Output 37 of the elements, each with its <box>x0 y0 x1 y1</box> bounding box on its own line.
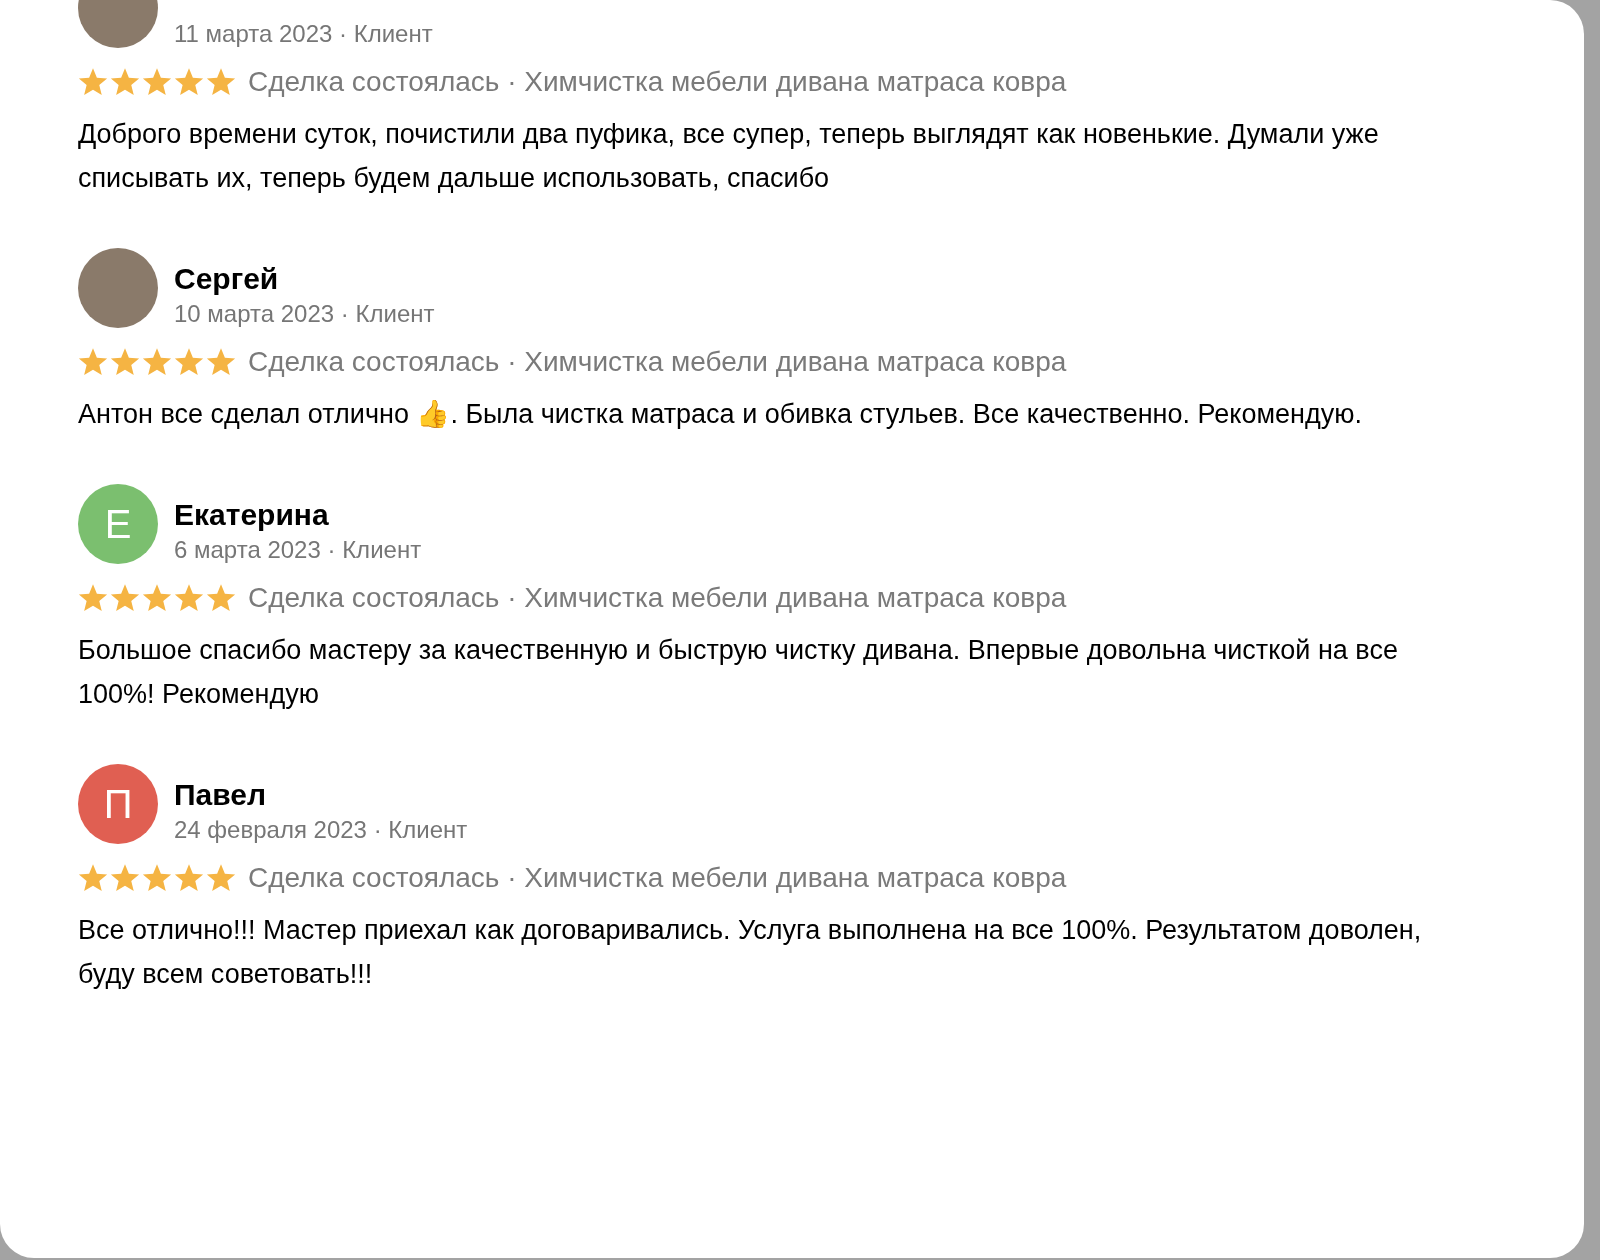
deal-status: Сделка состоялась · Химчистка мебели дивана матраса ковра <box>248 862 1067 894</box>
star-icon <box>110 347 140 377</box>
star-icon <box>174 863 204 893</box>
star-icon <box>78 67 108 97</box>
review-date: 6 марта 2023 · Клиент <box>174 536 422 564</box>
star-icon <box>78 583 108 613</box>
star-icon <box>110 67 140 97</box>
star-icon <box>142 67 172 97</box>
star-icon <box>142 863 172 893</box>
star-icon <box>78 347 108 377</box>
star-icon <box>110 583 140 613</box>
review-date: 10 марта 2023 · Клиент <box>174 300 435 328</box>
reviewer-name: Сергей <box>174 262 280 296</box>
star-icon <box>174 583 204 613</box>
reviewer-name: Павел <box>174 778 268 812</box>
star-icon <box>174 67 204 97</box>
deal-status: Сделка состоялась · Химчистка мебели дивана матраса ковра <box>248 346 1067 378</box>
review-text: Большое спасибо мастеру за качественную и быструю чистку дивана. Впервые довольна чисткой на все 100%! Рекомендую <box>78 634 1399 711</box>
letter-avatar: П <box>78 764 158 844</box>
star-icon <box>174 347 204 377</box>
star-icon <box>110 863 140 893</box>
review-date: 11 марта 2023 · Клиент <box>174 20 433 48</box>
star-icon <box>206 583 236 613</box>
star-icon <box>206 347 236 377</box>
review-text: Антон все сделал отлично 👍. Была чистка матраса и обивка стульев. Все качественно. Рекомендую. <box>78 398 1363 431</box>
star-icon <box>78 863 108 893</box>
letter-avatar: Е <box>78 484 158 564</box>
review-text: Все отлично!!! Мастер приехал как договаривались. Услуга выполнена на все 100%. Результатом доволен, буду всем советовать!!! <box>78 914 1423 991</box>
review-text: Доброго времени суток, почистили два пуфика, все супер, теперь выглядят как новенькие. Думали уже списывать их, теперь будем дальше использовать, спасибо <box>78 118 1380 195</box>
star-icon <box>206 67 236 97</box>
reviewer-name: Екатерина <box>174 498 330 532</box>
deal-status: Сделка состоялась · Химчистка мебели дивана матраса ковра <box>248 582 1067 614</box>
star-icon <box>142 583 172 613</box>
review-date: 24 февраля 2023 · Клиент <box>174 816 468 844</box>
star-icon <box>142 347 172 377</box>
deal-status: Сделка состоялась · Химчистка мебели дивана матраса ковра <box>248 66 1067 98</box>
star-icon <box>206 863 236 893</box>
